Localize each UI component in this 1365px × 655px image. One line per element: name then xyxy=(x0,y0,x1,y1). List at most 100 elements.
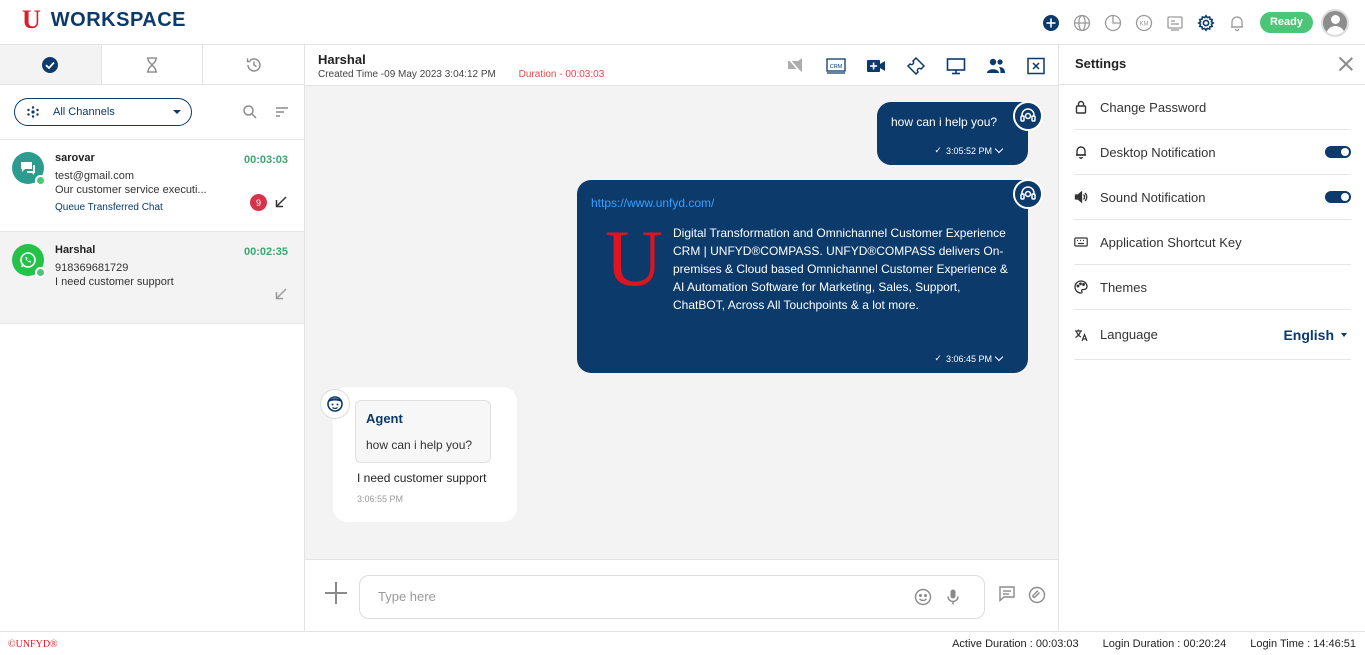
chat-timer: 00:03:03 xyxy=(243,154,288,166)
chevron-down-icon xyxy=(1341,332,1347,337)
quoted-text: how can i help you? xyxy=(366,438,473,452)
chat-contact-detail: test@gmail.com xyxy=(55,170,135,182)
link-preview-text: Digital Transformation and Omnichannel C… xyxy=(673,226,1008,312)
chevron-down-icon[interactable] xyxy=(994,144,1004,154)
outgoing-message: how can i help you? ✓ 3:05:52 PM xyxy=(877,102,1028,165)
agent-avatar-icon xyxy=(1013,179,1043,209)
message-meta: ✓ 3:06:45 PM xyxy=(934,352,1004,364)
chat-list-item[interactable]: sarovar 00:03:03 test@gmail.com Our cust… xyxy=(0,140,304,232)
customer-avatar-icon xyxy=(320,389,350,419)
desktop-notification-toggle[interactable] xyxy=(1325,146,1351,158)
settings-item-themes[interactable]: Themes xyxy=(1074,265,1351,310)
sort-icon[interactable] xyxy=(274,104,290,120)
globe-icon[interactable] xyxy=(1073,14,1091,32)
message-composer xyxy=(305,559,1058,631)
quoted-author: Agent xyxy=(366,411,403,426)
video-add-icon[interactable] xyxy=(866,57,886,75)
settings-item-sound-notification: Sound Notification xyxy=(1074,175,1351,220)
chat-header: Harshal Created Time -09 May 2023 3:04:1… xyxy=(305,45,1058,86)
canned-message-icon[interactable] xyxy=(998,585,1016,603)
message-input-box xyxy=(359,575,985,619)
check-circle-icon xyxy=(42,56,59,73)
chat-action-bar: CRM xyxy=(766,57,1046,75)
settings-panel: Settings Change Password Desktop Notific… xyxy=(1058,45,1365,631)
message-text: how can i help you? xyxy=(891,115,998,129)
chat-list-panel: All Channels sarovar 00:03:03 test@gmail… xyxy=(0,45,305,631)
settings-item-label: Sound Notification xyxy=(1100,189,1206,205)
quoted-reply: Agent how can i help you? xyxy=(355,400,491,463)
tab-queued-chats[interactable] xyxy=(102,45,204,84)
monitor-icon[interactable] xyxy=(946,57,966,75)
search-icon[interactable] xyxy=(242,104,258,120)
outgoing-link-message: https://www.unfyd.com/ U Digital Transfo… xyxy=(577,180,1028,373)
sound-notification-toggle[interactable] xyxy=(1325,191,1351,203)
footer-stats: Active Duration : 00:03:03 Login Duratio… xyxy=(928,638,1356,650)
sent-check-icon: ✓ xyxy=(934,353,942,363)
incoming-arrow-icon xyxy=(275,196,287,208)
tab-chat-history[interactable] xyxy=(203,45,304,84)
user-avatar[interactable] xyxy=(1321,8,1349,37)
km-icon[interactable]: KM xyxy=(1135,14,1153,32)
attachment-icon[interactable] xyxy=(1028,586,1046,604)
link-preview[interactable]: U Digital Transformation and Omnichannel… xyxy=(591,215,1014,314)
top-bar: U WORKSPACE KM Ready xyxy=(0,0,1365,45)
language-select[interactable]: English xyxy=(1283,327,1347,343)
chat-channel-icon xyxy=(12,152,46,186)
pie-chart-icon[interactable] xyxy=(1104,14,1122,32)
chat-created-time: Created Time -09 May 2023 3:04:12 PM xyxy=(318,69,496,80)
close-chat-icon[interactable] xyxy=(1026,57,1046,75)
settings-list: Change Password Desktop Notification Sou… xyxy=(1059,85,1365,360)
emoji-icon[interactable] xyxy=(914,588,932,606)
channel-filter-dropdown[interactable]: All Channels xyxy=(14,98,192,126)
brand-logo-letter: U xyxy=(22,5,41,34)
settings-item-label: Language xyxy=(1100,327,1158,342)
brand-logo[interactable]: U WORKSPACE xyxy=(22,7,186,33)
video-off-icon[interactable] xyxy=(786,57,806,75)
message-input[interactable] xyxy=(378,576,898,616)
bell-icon xyxy=(1074,145,1088,159)
settings-item-label: Change Password xyxy=(1100,99,1207,115)
crm-icon[interactable]: CRM xyxy=(826,57,846,75)
message-time: 3:06:55 PM xyxy=(357,494,404,504)
history-icon xyxy=(246,57,261,72)
online-status-dot xyxy=(35,267,46,278)
chat-list-item[interactable]: Harshal 00:02:35 918369681729 I need cus… xyxy=(0,232,304,324)
chat-duration: Duration - 00:03:03 xyxy=(518,69,605,80)
brand-name: WORKSPACE xyxy=(50,8,187,31)
whatsapp-icon xyxy=(12,244,46,278)
chevron-down-icon[interactable] xyxy=(994,352,1004,362)
users-icon[interactable] xyxy=(986,57,1006,75)
settings-header: Settings xyxy=(1059,45,1365,85)
link-preview-logo: U xyxy=(605,215,663,303)
bell-icon[interactable] xyxy=(1228,14,1246,32)
sent-check-icon: ✓ xyxy=(934,145,942,155)
chat-window: Harshal Created Time -09 May 2023 3:04:1… xyxy=(305,45,1058,631)
online-status-dot xyxy=(35,175,46,186)
settings-title: Settings xyxy=(1075,56,1127,71)
ticket-icon[interactable] xyxy=(906,57,926,75)
agent-avatar-icon xyxy=(1013,101,1043,131)
chat-last-message: I need customer support xyxy=(55,276,174,288)
message-link[interactable]: https://www.unfyd.com/ xyxy=(591,196,1014,210)
chat-list-tabs xyxy=(0,45,304,85)
add-circle-icon[interactable] xyxy=(1042,14,1060,32)
speaker-icon xyxy=(1074,190,1088,204)
tab-active-chats[interactable] xyxy=(0,45,102,84)
hourglass-icon xyxy=(147,56,157,73)
settings-item-label: Desktop Notification xyxy=(1100,144,1216,160)
lock-icon xyxy=(1074,100,1088,114)
gear-icon[interactable] xyxy=(1197,13,1215,32)
chevron-down-icon xyxy=(173,110,181,114)
copyright: ©UNFYD® xyxy=(8,639,58,650)
close-icon[interactable] xyxy=(1339,57,1353,71)
settings-item-change-password[interactable]: Change Password xyxy=(1074,85,1351,130)
channel-filter-label: All Channels xyxy=(53,106,115,118)
microphone-icon[interactable] xyxy=(944,588,962,606)
settings-item-language[interactable]: Language English xyxy=(1074,310,1351,360)
login-duration: Login Duration : 00:20:24 xyxy=(1102,638,1227,650)
status-ready-button[interactable]: Ready xyxy=(1259,12,1313,33)
settings-item-shortcut-key[interactable]: Application Shortcut Key xyxy=(1074,220,1351,265)
attach-plus-icon[interactable] xyxy=(325,582,347,604)
chat-contact-detail: 918369681729 xyxy=(55,262,129,274)
contact-card-icon[interactable] xyxy=(1166,14,1184,32)
